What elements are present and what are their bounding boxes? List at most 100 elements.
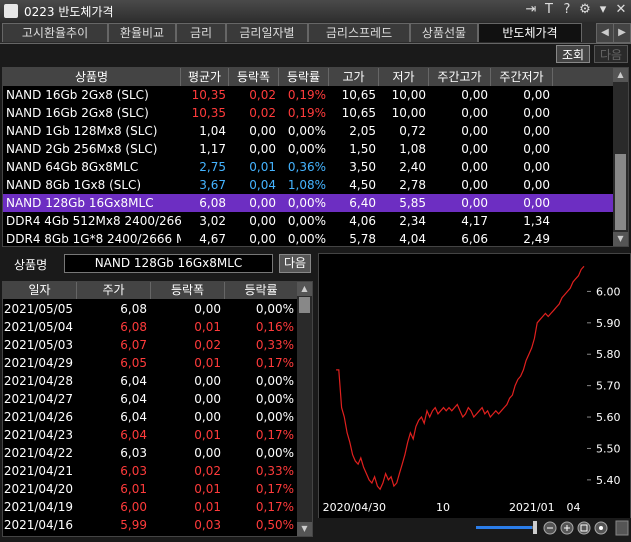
table-row[interactable]: NAND 2Gb 256Mx8 (SLC) 1,17 0,00 0,00% 1,50 1,… <box>3 140 614 158</box>
cell-whigh: 0,00 <box>461 160 488 174</box>
cell-price: 6,01 <box>120 482 147 496</box>
query-button[interactable]: 조회 <box>556 45 590 63</box>
table-row[interactable]: DDR4 4Gb 512Mx8 2400/2666 3,02 0,00 0,00% 4,… <box>3 212 614 230</box>
zoom-fit-icon[interactable] <box>577 521 591 535</box>
zoom-in-icon[interactable] <box>560 521 574 535</box>
product-field[interactable]: NAND 128Gb 16Gx8MLC <box>64 254 273 273</box>
zoom-bar <box>318 518 631 539</box>
settings-icon[interactable]: ⚙ <box>579 2 591 17</box>
table-row[interactable]: 2021/04/28 6,04 0,00 0,00% <box>3 372 298 390</box>
cell-date: 2021/04/21 <box>3 464 73 478</box>
text-icon[interactable]: T <box>543 2 555 17</box>
link-icon[interactable]: ⇥ <box>525 2 537 17</box>
table-row[interactable]: 2021/05/03 6,07 0,02 0,33% <box>3 336 298 354</box>
cell-wlow: 0,00 <box>523 160 550 174</box>
column-header[interactable]: 등락률 <box>225 282 298 299</box>
more-icon[interactable]: ▾ <box>597 2 609 17</box>
cell-change: 0,01 <box>194 500 221 514</box>
table-row[interactable]: 2021/04/19 6,00 0,01 0,17% <box>3 498 298 516</box>
cell-date: 2021/04/29 <box>3 356 73 370</box>
help-icon[interactable]: ? <box>561 2 573 17</box>
table-row[interactable]: NAND 1Gb 128Mx8 (SLC) 1,04 0,00 0,00% 2,05 0,… <box>3 122 614 140</box>
cell-price: 6,04 <box>120 392 147 406</box>
price-table-scrollbar[interactable]: ▲ ▼ <box>613 68 628 246</box>
product-next-button[interactable]: 다음 <box>279 254 311 273</box>
cell-rate: 0,17% <box>255 482 294 496</box>
tab-commodity-futures[interactable]: 상품선물 <box>410 23 478 42</box>
column-header[interactable]: 등락폭 <box>151 282 225 299</box>
column-header[interactable]: 상품명 <box>3 68 181 86</box>
title-bar: 0223 반도체가격 ⇥ T ? ⚙ ▾ ✕ <box>0 0 631 23</box>
column-header[interactable]: 일자 <box>3 282 77 299</box>
cell-change: 0,00 <box>194 302 221 316</box>
zoom-track[interactable] <box>476 526 532 529</box>
cell-date: 2021/04/26 <box>3 410 73 424</box>
table-row[interactable]: NAND 16Gb 2Gx8 (SLC) 10,35 0,02 0,19% 10,65 1… <box>3 104 614 122</box>
cell-change: 0,01 <box>194 428 221 442</box>
column-header[interactable]: 주간고가 <box>429 68 491 86</box>
table-row[interactable]: 2021/04/27 6,04 0,00 0,00% <box>3 390 298 408</box>
table-row[interactable]: NAND 64Gb 8Gx8MLC 2,75 0,01 0,36% 3,50 2,40 0,… <box>3 158 614 176</box>
price-chart-svg: 6.00 5.90 5.80 5.70 5.60 5.50 5.40 2020/04/30 10… <box>319 254 630 517</box>
cell-high: 6,40 <box>349 196 376 210</box>
column-header[interactable]: 고가 <box>329 68 379 86</box>
cell-change: 0,02 <box>249 88 276 102</box>
cell-high: 3,50 <box>349 160 376 174</box>
tab-interest[interactable]: 금리 <box>176 23 226 42</box>
table-row[interactable]: 2021/04/16 5,99 0,03 0,50% <box>3 516 298 534</box>
table-row[interactable]: 2021/04/20 6,01 0,01 0,17% <box>3 480 298 498</box>
column-header[interactable]: 주간저가 <box>491 68 553 86</box>
zoom-reset-icon[interactable] <box>594 521 608 535</box>
cell-rate: 0,00% <box>287 142 326 156</box>
table-row[interactable]: DDR4 8Gb 1G*8 2400/2666 M 4,67 0,00 0,00% 5,… <box>3 230 614 248</box>
cell-change: 0,00 <box>249 142 276 156</box>
scroll-up-icon[interactable]: ▲ <box>613 68 628 82</box>
scroll-up-icon[interactable]: ▲ <box>297 282 312 296</box>
cell-date: 2021/04/20 <box>3 482 73 496</box>
tab-next-icon[interactable]: ▶ <box>613 23 631 43</box>
cell-whigh: 0,00 <box>461 106 488 120</box>
column-header[interactable]: 등락폭 <box>229 68 279 86</box>
tab-semiconductor-price[interactable]: 반도체가격 <box>478 23 582 42</box>
tab-interest-spread[interactable]: 금리스프레드 <box>308 23 410 42</box>
table-row[interactable]: NAND 128Gb 16Gx8MLC 6,08 0,00 0,00% 6,40 5,85… <box>3 194 614 212</box>
cell-rate: 0,33% <box>255 338 294 352</box>
scroll-down-icon[interactable]: ▼ <box>613 232 628 246</box>
cell-rate: 0,00% <box>287 124 326 138</box>
zoom-slider-handle[interactable] <box>533 521 537 534</box>
next-button[interactable]: 다음 <box>594 45 628 63</box>
table-row[interactable]: 2021/04/29 6,05 0,01 0,17% <box>3 354 298 372</box>
tab-exchange-history[interactable]: 고시환율추이 <box>2 23 108 42</box>
table-row[interactable]: 2021/04/22 6,03 0,00 0,00% <box>3 444 298 462</box>
column-header[interactable]: 등락률 <box>279 68 329 86</box>
close-icon[interactable]: ✕ <box>615 2 627 17</box>
history-table-scrollbar[interactable]: ▲ ▼ <box>297 282 312 536</box>
cell-low: 4,04 <box>399 232 426 246</box>
table-row[interactable]: NAND 16Gb 2Gx8 (SLC) 10,35 0,02 0,19% 10,65 1… <box>3 86 614 104</box>
cell-price: 6,08 <box>120 302 147 316</box>
column-header[interactable]: 저가 <box>379 68 429 86</box>
cell-name: NAND 8Gb 1Gx8 (SLC) <box>6 178 142 192</box>
chart-settings-icon[interactable] <box>615 520 629 536</box>
tab-interest-daily[interactable]: 금리일자별 <box>226 23 308 42</box>
cell-avg: 6,08 <box>199 196 226 210</box>
table-row[interactable]: 2021/04/23 6,04 0,01 0,17% <box>3 426 298 444</box>
column-header[interactable]: 평균가 <box>181 68 229 86</box>
cell-change: 0,00 <box>194 446 221 460</box>
scroll-down-icon[interactable]: ▼ <box>297 522 312 536</box>
tab-exchange-compare[interactable]: 환율비교 <box>108 23 176 42</box>
table-row[interactable]: 2021/05/04 6,08 0,01 0,16% <box>3 318 298 336</box>
scroll-thumb[interactable] <box>615 154 626 230</box>
cell-date: 2021/04/23 <box>3 428 73 442</box>
column-header[interactable]: 주가 <box>77 282 151 299</box>
chart-background <box>319 254 630 517</box>
tab-prev-icon[interactable]: ◀ <box>596 23 614 43</box>
table-row[interactable]: 2021/04/21 6,03 0,02 0,33% <box>3 462 298 480</box>
table-row[interactable]: 2021/05/05 6,08 0,00 0,00% <box>3 300 298 318</box>
cell-name: DDR4 4Gb 512Mx8 2400/2666 <box>6 214 181 228</box>
cell-rate: 0,00% <box>255 392 294 406</box>
table-row[interactable]: 2021/04/26 6,04 0,00 0,00% <box>3 408 298 426</box>
zoom-out-icon[interactable] <box>543 521 557 535</box>
scroll-thumb[interactable] <box>299 297 310 313</box>
table-row[interactable]: NAND 8Gb 1Gx8 (SLC) 3,67 0,04 1,08% 4,50 2,78… <box>3 176 614 194</box>
